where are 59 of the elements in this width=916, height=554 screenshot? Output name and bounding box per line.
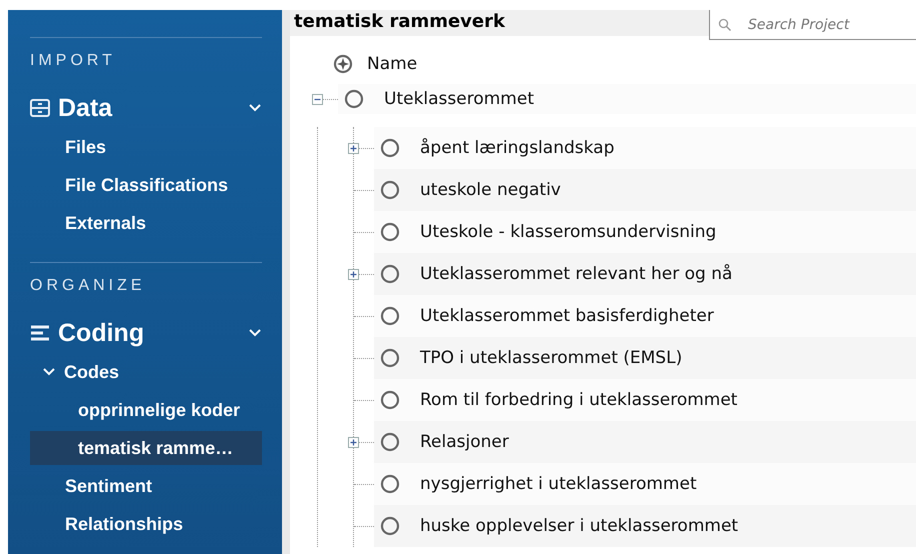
- section-heading: ORGANIZE: [30, 277, 147, 296]
- sidebar-item[interactable]: Codes: [30, 355, 262, 389]
- sidebar-item[interactable]: tematisk ramme…: [30, 431, 262, 465]
- sidebar-item[interactable]: File Classifications: [30, 168, 262, 202]
- lines-icon: [30, 324, 50, 342]
- tree-row[interactable]: huske opplevelser i uteklasserommet: [374, 505, 916, 547]
- code-name: åpent læringslandskap: [420, 138, 614, 158]
- tree-row[interactable]: Uteskole - klasseromsundervisning: [374, 211, 916, 253]
- circle-icon: [380, 474, 400, 494]
- tree-row[interactable]: åpent læringslandskap: [374, 127, 916, 169]
- code-name: TPO i uteklasserommet (EMSL): [420, 348, 682, 368]
- tree-row[interactable]: Uteklasserommet: [338, 84, 916, 114]
- collapse-icon[interactable]: [312, 94, 323, 105]
- code-name: nysgjerrighet i uteklasserommet: [420, 474, 697, 494]
- circle-icon: [344, 89, 364, 109]
- circle-icon: [380, 516, 400, 536]
- tree-row[interactable]: TPO i uteklasserommet (EMSL): [374, 337, 916, 379]
- expand-icon[interactable]: [348, 437, 359, 448]
- code-name: Uteklasserommet basisferdigheter: [420, 306, 714, 326]
- sidebar-item[interactable]: Relationships: [30, 507, 262, 541]
- sidebar-item[interactable]: Externals: [30, 206, 262, 240]
- chevron-icon[interactable]: [248, 328, 262, 338]
- sidebar-item[interactable]: opprinnelige koder: [30, 393, 262, 427]
- search-field[interactable]: Search Project: [709, 10, 916, 40]
- expand-icon[interactable]: [348, 143, 359, 154]
- circle-icon: [380, 180, 400, 200]
- tree-row[interactable]: nysgjerrighet i uteklasserommet: [374, 463, 916, 505]
- circle-icon: [380, 138, 400, 158]
- code-name: huske opplevelser i uteklasserommet: [420, 516, 738, 536]
- sidebar-item[interactable]: Files: [30, 130, 262, 164]
- circle-icon: [380, 306, 400, 326]
- circle-icon: [380, 390, 400, 410]
- code-name: Uteklasserommet relevant her og nå: [420, 264, 732, 284]
- tree-row[interactable]: Uteklasserommet basisferdigheter: [374, 295, 916, 337]
- code-name: Uteskole - klasseromsundervisning: [420, 222, 716, 242]
- tree-row[interactable]: Uteklasserommet relevant her og nå: [374, 253, 916, 295]
- drawer-icon: [30, 99, 50, 117]
- circle-icon: [380, 348, 400, 368]
- sidebar-item[interactable]: Sentiment: [30, 469, 262, 503]
- tree-row[interactable]: uteskole negativ: [374, 169, 916, 211]
- panel-title: tematisk rammeverk: [290, 10, 709, 36]
- column-header[interactable]: Name: [367, 54, 418, 74]
- chevron-icon[interactable]: [42, 367, 56, 377]
- code-name: Rom til forbedring i uteklasserommet: [420, 390, 738, 410]
- circle-icon: [380, 264, 400, 284]
- code-name: uteskole negativ: [420, 180, 561, 200]
- circle-icon: [380, 222, 400, 242]
- group-header[interactable]: Data: [30, 90, 262, 126]
- chevron-icon[interactable]: [248, 103, 262, 113]
- code-name: Uteklasserommet: [384, 89, 534, 109]
- code-name: Relasjoner: [420, 432, 509, 452]
- search-icon: [718, 18, 732, 32]
- group-header[interactable]: Coding: [30, 315, 262, 351]
- expand-icon[interactable]: [348, 269, 359, 280]
- tree-row[interactable]: Rom til forbedring i uteklasserommet: [374, 379, 916, 421]
- circle-icon: [380, 432, 400, 452]
- tree-row[interactable]: Relasjoner: [374, 421, 916, 463]
- section-heading: IMPORT: [30, 52, 117, 71]
- compass-icon: [333, 54, 353, 74]
